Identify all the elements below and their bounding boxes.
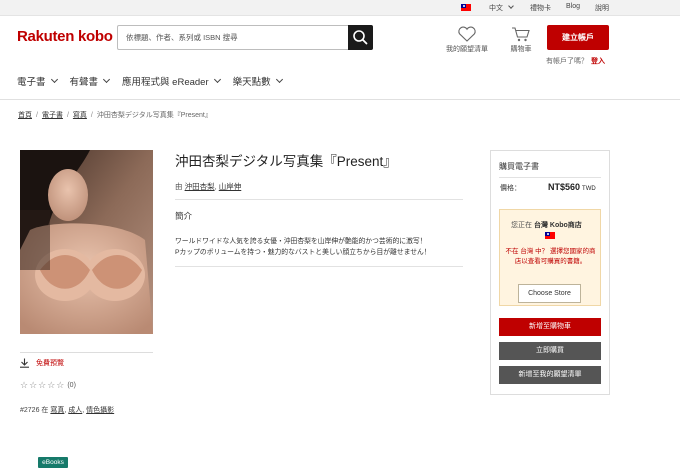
- nav-ebooks-label: 電子書: [17, 77, 46, 88]
- chevron-down-icon: [213, 75, 221, 84]
- synopsis-heading: 簡介: [175, 211, 193, 221]
- nav-divider: [0, 99, 680, 100]
- heart-icon: [458, 26, 476, 42]
- star-rating[interactable]: ☆☆☆☆☆ (0): [20, 380, 76, 391]
- rank-number: #2726: [20, 407, 40, 414]
- author-link[interactable]: 山岸伸: [219, 182, 242, 191]
- breadcrumb-separator: /: [90, 112, 93, 119]
- taiwan-flag-icon: [545, 232, 555, 239]
- free-preview-link[interactable]: 免費預覽: [19, 358, 64, 368]
- star-icon: ☆☆☆☆☆: [20, 380, 66, 390]
- free-preview-label: 免費預覽: [36, 360, 64, 367]
- price-value: NT$560 TWD: [548, 182, 596, 192]
- cover-divider: [20, 352, 153, 353]
- breadcrumb-separator: /: [36, 112, 38, 119]
- blog-link[interactable]: Blog: [566, 3, 580, 10]
- nav-rakuten-points[interactable]: 樂天點數: [232, 74, 283, 88]
- breadcrumb: 首頁 / 電子書 / 寫真 / 沖田杏梨デジタル写真集『Present』: [18, 110, 212, 120]
- details-divider: [175, 199, 463, 200]
- nav-audiobooks[interactable]: 有聲書: [69, 74, 111, 88]
- price-label: 價格：: [500, 185, 521, 192]
- store-prefix: 您正在: [511, 222, 532, 229]
- rank-line: #2726 在 寫真, 成人, 情色攝影: [20, 405, 114, 415]
- rank-in-label: 在: [41, 407, 49, 414]
- purchase-title: 購買電子書: [499, 162, 539, 171]
- category-link[interactable]: 成人: [68, 407, 82, 414]
- search-icon: [353, 30, 368, 45]
- add-to-wishlist-button[interactable]: 新增至我的願望清單: [499, 366, 601, 384]
- wishlist-label: 我的願望清單: [446, 46, 488, 53]
- store-name: 台灣 Kobo商店: [533, 222, 582, 229]
- book-cover-image[interactable]: [20, 150, 153, 334]
- chevron-down-icon: [50, 75, 58, 84]
- cart-icon: [512, 27, 530, 42]
- create-account-button[interactable]: 建立帳戶: [547, 25, 609, 50]
- description-line: Pカップのボリュームを持つ・魅力的なバストと美しい顔立ちから目が離せません！: [175, 249, 431, 256]
- nav-points-label: 樂天點數: [232, 77, 271, 88]
- by-prefix: 由: [175, 182, 183, 191]
- nav-ebooks[interactable]: 電子書: [17, 74, 58, 88]
- taiwan-flag-icon[interactable]: [461, 4, 471, 11]
- have-account-text: 有帳戶了嗎？: [546, 58, 588, 65]
- chevron-down-icon: [102, 75, 111, 84]
- utility-bar: 中文 禮物卡 Blog 說明: [0, 0, 680, 16]
- download-icon: [20, 358, 29, 368]
- kobo-logo[interactable]: Rakuten kobo: [17, 28, 113, 45]
- choose-store-button[interactable]: Choose Store: [518, 284, 581, 303]
- chevron-down-icon: [275, 75, 283, 84]
- details-divider: [175, 266, 463, 267]
- wishlist-link[interactable]: 我的願望清單: [446, 26, 488, 54]
- gift-card-link[interactable]: 禮物卡: [530, 3, 551, 13]
- cart-link[interactable]: 購物車: [510, 26, 532, 54]
- language-label: 中文: [489, 5, 503, 12]
- rating-count: (0): [67, 382, 76, 389]
- price-amount: NT$560: [548, 182, 581, 192]
- book-description: ワールドワイドな人気を誇る女優・沖田杏梨を山岸伸が艶能的かつ芸術的に激写！ Pカ…: [175, 236, 465, 258]
- breadcrumb-home[interactable]: 首頁: [18, 112, 32, 119]
- language-selector[interactable]: 中文: [489, 3, 514, 13]
- breadcrumb-ebooks[interactable]: 電子書: [42, 112, 63, 119]
- author-byline: 由 沖田杏梨, 山岸伸: [175, 181, 241, 192]
- breadcrumb-separator: /: [66, 112, 69, 119]
- add-to-cart-button[interactable]: 新增至購物車: [499, 318, 601, 336]
- cover-photo-graphic: [20, 150, 153, 334]
- cart-label: 購物車: [510, 46, 532, 53]
- main-nav: 電子書 有聲書 應用程式與 eReader 樂天點數: [17, 74, 295, 88]
- current-store: 您正在 台灣 Kobo商店: [511, 220, 582, 230]
- purchase-divider: [499, 177, 601, 178]
- breadcrumb-current: 沖田杏梨デジタル写真集『Present』: [96, 112, 212, 119]
- ebooks-format-badge: eBooks: [38, 457, 68, 468]
- store-warning: 不在 台灣 中？ 選擇您國家的商店以查看可購買的書籍。: [505, 248, 596, 265]
- search-input[interactable]: [118, 26, 348, 49]
- book-title: 沖田杏梨デジタル写真集『Present』: [175, 154, 397, 169]
- search-button[interactable]: [348, 25, 373, 50]
- category-link[interactable]: 情色攝影: [86, 407, 114, 414]
- price-currency: TWD: [582, 186, 596, 192]
- help-link[interactable]: 說明: [595, 3, 609, 13]
- chevron-down-icon: [508, 3, 514, 9]
- nav-audiobooks-label: 有聲書: [69, 77, 99, 88]
- breadcrumb-photobooks[interactable]: 寫真: [73, 112, 87, 119]
- have-account-prompt: 有帳戶了嗎？ 登入: [546, 56, 605, 66]
- nav-apps-label: 應用程式與 eReader: [122, 77, 209, 88]
- category-link[interactable]: 寫真: [50, 407, 64, 414]
- description-line: ワールドワイドな人気を誇る女優・沖田杏梨を山岸伸が艶能的かつ芸術的に激写！: [175, 238, 427, 245]
- search-bar: [117, 25, 373, 50]
- author-link[interactable]: 沖田杏梨: [185, 182, 215, 191]
- login-link[interactable]: 登入: [591, 58, 605, 65]
- nav-apps-ereader[interactable]: 應用程式與 eReader: [122, 74, 221, 88]
- buy-now-button[interactable]: 立即購買: [499, 342, 601, 360]
